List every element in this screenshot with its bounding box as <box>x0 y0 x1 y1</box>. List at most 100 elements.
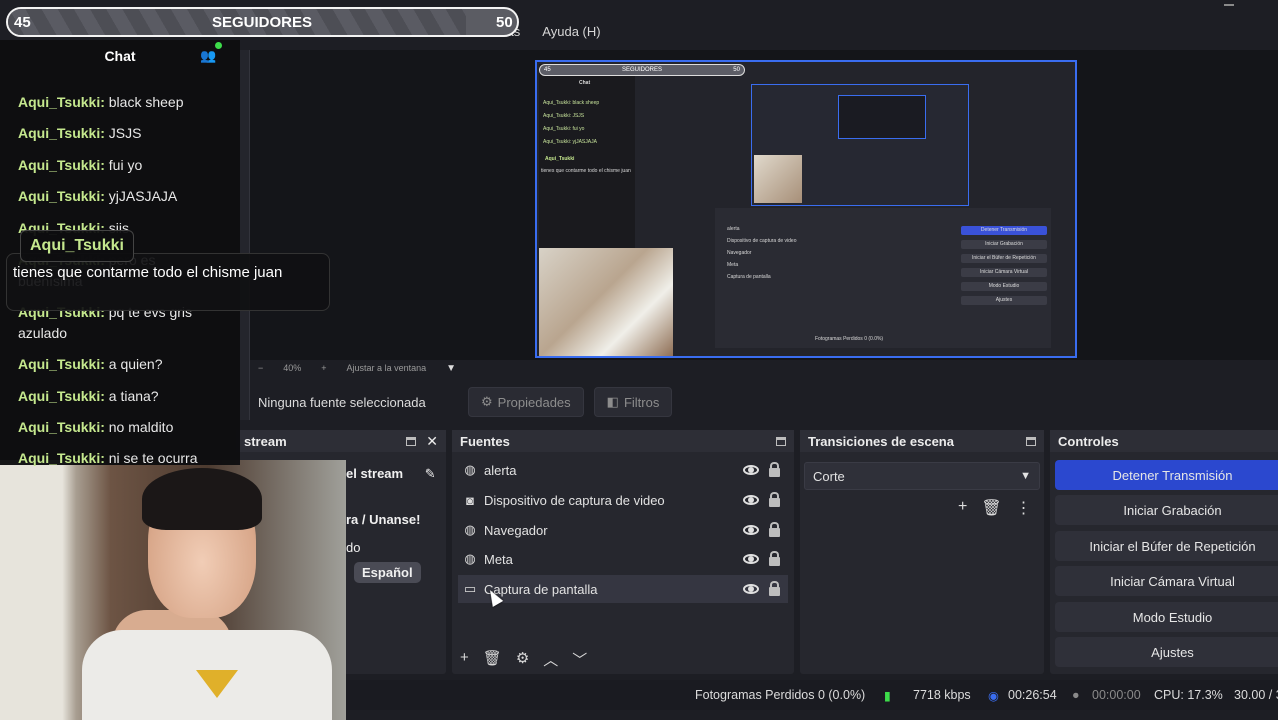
lock-icon[interactable] <box>769 551 780 566</box>
followers-current: 45 <box>14 13 31 31</box>
chat-message: Aqui_Tsukki: a tiana? <box>18 386 218 407</box>
language-badge: Español <box>354 562 421 583</box>
globe-icon: ◍ <box>464 551 476 566</box>
transitions-dock-header: Transiciones de escena <box>800 430 1044 452</box>
scene-row: ra / Unanse! <box>346 512 421 527</box>
pencil-icon[interactable]: ✎ <box>425 466 436 481</box>
chat-username: Aqui_Tsukki: <box>18 419 105 435</box>
zoom-value: 40% <box>283 363 302 373</box>
preview-source: Dispositivo de captura de video <box>727 238 797 244</box>
chevron-down-icon[interactable]: ﹀ <box>572 649 587 670</box>
preview-chat-line: Aqui_Tsukki: black sheep <box>543 100 600 106</box>
source-toolbar: Ninguna fuente seleccionada ⚙ Propiedade… <box>258 386 673 418</box>
transition-select[interactable]: Corte ▼ <box>804 462 1040 490</box>
scene-row: do <box>346 540 361 555</box>
gear-icon[interactable]: ⚙ <box>516 649 529 670</box>
monitor-icon: ▭ <box>463 581 477 596</box>
preview-progress-left: 45 <box>544 67 551 73</box>
stream-time: 00:26:54 <box>1008 688 1057 702</box>
preview-chat-line: Aqui_Tsukki: JSJS <box>543 113 585 119</box>
camera-icon: ◙ <box>466 492 474 508</box>
transitions-dock: Transiciones de escena Corte ▼ + 🗑 ⋮ <box>800 430 1044 674</box>
lock-icon[interactable] <box>769 522 780 537</box>
close-icon[interactable]: ✕ <box>426 433 438 450</box>
settings-button[interactable]: Ajustes <box>1055 637 1278 667</box>
trash-icon[interactable]: 🗑 <box>483 649 502 670</box>
followers-goal: 50 <box>496 13 513 31</box>
source-item-alerta[interactable]: ◍ alerta <box>458 456 788 484</box>
preview-chat-line: Aqui_Tsukki: fui yo <box>543 126 585 132</box>
stop-streaming-button[interactable]: Detener Transmisión <box>1055 460 1278 490</box>
preview-progress-label: SEGUIDORES <box>621 67 662 73</box>
source-label: Meta <box>484 551 513 567</box>
zoom-out-button[interactable]: − <box>258 363 263 373</box>
chat-text: a quien? <box>108 356 163 372</box>
chat-message: Aqui_Tsukki: a quien? <box>18 354 218 375</box>
preview-control: Iniciar el Búfer de Repetición <box>961 254 1047 263</box>
preview-source: Navegador <box>727 250 752 256</box>
lock-icon[interactable] <box>769 581 780 596</box>
lock-icon[interactable] <box>769 462 780 477</box>
scene-row-label: el stream <box>346 466 404 481</box>
stream-preview[interactable]: Chat Aqui_Tsukki: black sheep Aqui_Tsukk… <box>535 60 1077 358</box>
eye-icon[interactable] <box>743 554 759 564</box>
source-item-meta[interactable]: ◍ Meta <box>458 545 788 573</box>
users-icon: 👥 <box>200 48 217 63</box>
source-item-navegador[interactable]: ◍ Navegador <box>458 516 788 544</box>
properties-button[interactable]: ⚙ Propiedades <box>468 387 584 417</box>
preview-progress-right: 50 <box>733 67 740 73</box>
chat-text: fui yo <box>108 157 143 173</box>
chat-text: no maldito <box>108 419 174 435</box>
scenes-dock-title: stream <box>244 433 287 449</box>
preview-control: Modo Estudio <box>961 282 1047 291</box>
scenes-dock-header: stream ✕ <box>236 430 446 452</box>
source-item-screen-capture[interactable]: ▭ Captura de pantalla <box>458 575 788 603</box>
studio-mode-button[interactable]: Modo Estudio <box>1055 602 1278 632</box>
source-item-video-capture[interactable]: ◙ Dispositivo de captura de video <box>458 486 788 514</box>
preview-status: Fotogramas Perdidos 0 (0.0%) <box>815 336 884 342</box>
chat-username: Aqui_Tsukki: <box>18 188 105 204</box>
zoom-in-button[interactable]: + <box>321 363 326 373</box>
eye-icon[interactable] <box>743 584 759 594</box>
fit-to-window-button[interactable]: Ajustar a la ventana <box>347 363 427 373</box>
chat-username: Aqui_Tsukki: <box>18 94 105 110</box>
scene-row[interactable]: el stream ✎ <box>346 466 436 482</box>
chat-message: Aqui_Tsukki: no maldito <box>18 417 218 438</box>
signal-bars-icon: ▮ <box>884 689 891 703</box>
eye-icon[interactable] <box>743 465 759 475</box>
chevron-down-icon[interactable]: ▼ <box>446 363 456 374</box>
add-icon[interactable]: + <box>460 649 469 670</box>
chat-message: Aqui_Tsukki: black sheep <box>18 92 218 113</box>
sources-dock-header: Fuentes <box>452 430 794 452</box>
filters-button[interactable]: ◧ Filtros <box>593 387 673 417</box>
undock-icon[interactable] <box>406 436 417 446</box>
start-recording-button[interactable]: Iniciar Grabación <box>1055 495 1278 525</box>
undock-icon[interactable] <box>776 436 786 446</box>
more-icon[interactable]: ⋮ <box>1016 498 1032 518</box>
chat-username: Aqui_Tsukki: <box>18 356 105 372</box>
fps: 30.00 / 30.00 FPS <box>1234 688 1278 702</box>
start-replay-buffer-button[interactable]: Iniciar el Búfer de Repetición <box>1055 531 1278 561</box>
preview-popup-text: tienes que contarme todo el chisme juan <box>541 168 631 174</box>
lock-icon[interactable] <box>769 492 780 507</box>
menu-item-help[interactable]: Ayuda (H) <box>542 24 600 48</box>
eye-icon[interactable] <box>743 525 759 535</box>
window-minimize-button[interactable] <box>1224 4 1234 6</box>
gear-icon: ⚙ <box>481 394 493 409</box>
chevron-up-icon[interactable]: ︿ <box>543 649 558 670</box>
eye-icon[interactable] <box>743 495 759 505</box>
preview-inner-webcam <box>754 155 802 203</box>
followers-label: SEGUIDORES <box>212 13 313 31</box>
filter-icon: ◧ <box>606 394 619 409</box>
sources-toolbar: + 🗑 ⚙ ︿ ﹀ <box>460 649 587 670</box>
add-icon[interactable]: + <box>958 498 967 518</box>
trash-icon[interactable]: 🗑 <box>981 498 1001 518</box>
preview-webcam <box>539 248 673 356</box>
undock-icon[interactable] <box>1026 436 1036 446</box>
chat-highlight-text: tienes que contarme todo el chisme juan <box>13 264 283 281</box>
start-virtual-camera-button[interactable]: Iniciar Cámara Virtual <box>1055 566 1278 596</box>
zoom-bar: − 40% + Ajustar a la ventana ▼ <box>258 360 456 376</box>
chat-text: JSJS <box>108 125 142 141</box>
source-label: Captura de pantalla <box>484 581 598 597</box>
record-icon: ● <box>1072 688 1080 702</box>
